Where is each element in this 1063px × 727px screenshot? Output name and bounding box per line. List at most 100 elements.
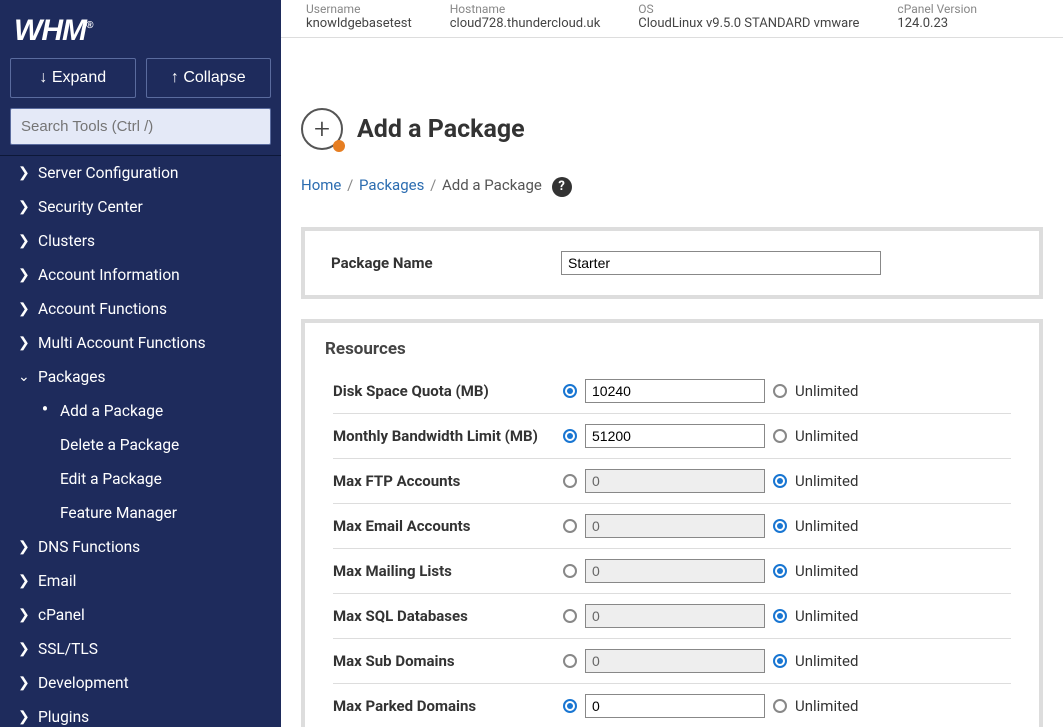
resource-value-radio[interactable] — [563, 474, 577, 488]
main: Username knowldgebasetest Hostname cloud… — [281, 0, 1063, 727]
sidebar-item-email[interactable]: ❯Email — [0, 564, 281, 598]
add-package-icon: + — [301, 108, 343, 150]
sidebar-item-account-information[interactable]: ❯Account Information — [0, 258, 281, 292]
expand-button[interactable]: ↓ Expand — [10, 58, 136, 98]
breadcrumb: Home / Packages / Add a Package ? — [301, 176, 1043, 197]
resource-unlimited-radio[interactable] — [773, 564, 787, 578]
crumb-packages[interactable]: Packages — [359, 176, 424, 194]
sidebar-item-feature-manager[interactable]: Feature Manager — [0, 496, 281, 530]
sidebar-item-label: Account Functions — [38, 300, 167, 318]
sidebar-item-development[interactable]: ❯Development — [0, 666, 281, 700]
resource-value-radio[interactable] — [563, 519, 577, 533]
sidebar-item-label: Clusters — [38, 232, 95, 250]
resource-label: Max Email Accounts — [333, 517, 563, 535]
package-name-input[interactable] — [561, 251, 881, 275]
resource-value-input[interactable] — [585, 424, 765, 448]
resource-unlimited-radio[interactable] — [773, 474, 787, 488]
resource-value-input[interactable] — [585, 469, 765, 493]
unlimited-label: Unlimited — [795, 697, 858, 715]
chevron-right-icon: ❯ — [18, 301, 28, 317]
chevron-right-icon: ❯ — [18, 199, 28, 215]
search-input[interactable] — [10, 108, 271, 145]
resource-row: Max Parked Domains Unlimited — [333, 684, 1011, 727]
sidebar-item-cpanel[interactable]: ❯cPanel — [0, 598, 281, 632]
help-icon[interactable]: ? — [552, 177, 572, 197]
sidebar-item-label: Feature Manager — [60, 504, 177, 522]
resource-unlimited-radio[interactable] — [773, 654, 787, 668]
chevron-right-icon: ❯ — [18, 641, 28, 657]
resource-label: Max Sub Domains — [333, 652, 563, 670]
os-value: CloudLinux v9.5.0 STANDARD vmware — [638, 16, 859, 31]
resource-value-input[interactable] — [585, 604, 765, 628]
resource-value-radio[interactable] — [563, 429, 577, 443]
resource-label: Max Mailing Lists — [333, 562, 563, 580]
package-name-label: Package Name — [331, 254, 561, 272]
sidebar-item-account-functions[interactable]: ❯ Account Functions — [0, 292, 281, 326]
sidebar-item-server-configuration[interactable]: ❯Server Configuration — [0, 156, 281, 190]
unlimited-label: Unlimited — [795, 517, 858, 535]
sidebar-item-label: Multi Account Functions — [38, 334, 206, 352]
resource-row: Max SQL DatabasesUnlimited — [333, 594, 1011, 639]
resource-value-radio[interactable] — [563, 609, 577, 623]
resource-label: Max Parked Domains — [333, 697, 563, 715]
sidebar-item-label: Plugins — [38, 708, 89, 726]
resource-unlimited-radio[interactable] — [773, 384, 787, 398]
sidebar: WHM® ↓ Expand ↑ Collapse ❯Server Configu… — [0, 0, 281, 727]
resource-unlimited-radio[interactable] — [773, 429, 787, 443]
sidebar-item-label: Add a Package — [60, 402, 163, 420]
resource-row: Monthly Bandwidth Limit (MB)Unlimited — [333, 414, 1011, 459]
plus-icon: + — [314, 115, 330, 143]
top-info-bar: Username knowldgebasetest Hostname cloud… — [281, 0, 1063, 38]
resource-value-input[interactable] — [585, 649, 765, 673]
chevron-right-icon: ❯ — [18, 233, 28, 249]
unlimited-label: Unlimited — [795, 382, 858, 400]
collapse-label: Collapse — [183, 69, 245, 86]
resource-value-radio[interactable] — [563, 384, 577, 398]
resource-value-input[interactable] — [585, 379, 765, 403]
unlimited-label: Unlimited — [795, 472, 858, 490]
logo: WHM® — [0, 0, 281, 58]
chevron-right-icon: ❯ — [18, 607, 28, 623]
username-value: knowldgebasetest — [306, 16, 412, 31]
resource-value-input[interactable] — [585, 694, 765, 718]
resource-unlimited-radio[interactable] — [773, 609, 787, 623]
unlimited-label: Unlimited — [795, 607, 858, 625]
sidebar-item-add-a-package[interactable]: • Add a Package — [0, 394, 281, 428]
sidebar-item-dns-functions[interactable]: ❯DNS Functions — [0, 530, 281, 564]
resource-value-radio[interactable] — [563, 699, 577, 713]
page-title: Add a Package — [357, 115, 525, 144]
sidebar-item-multi-account-functions[interactable]: ❯Multi Account Functions — [0, 326, 281, 360]
resources-title: Resources — [305, 323, 1039, 369]
resource-unlimited-radio[interactable] — [773, 519, 787, 533]
resource-value-input[interactable] — [585, 559, 765, 583]
package-name-panel: Package Name — [301, 227, 1043, 299]
resource-label: Max FTP Accounts — [333, 472, 563, 490]
resource-unlimited-radio[interactable] — [773, 699, 787, 713]
resource-row: Max Email Accounts Unlimited — [333, 504, 1011, 549]
chevron-right-icon: ❯ — [18, 675, 28, 691]
crumb-current: Add a Package — [442, 176, 542, 194]
arrow-up-icon: ↑ — [171, 69, 179, 86]
resource-row: Max Sub Domains Unlimited — [333, 639, 1011, 684]
sidebar-item-clusters[interactable]: ❯ Clusters — [0, 224, 281, 258]
sidebar-item-delete-a-package[interactable]: Delete a Package — [0, 428, 281, 462]
chevron-down-icon: ⌄ — [18, 369, 28, 385]
sidebar-item-plugins[interactable]: ❯Plugins — [0, 700, 281, 727]
bullet-icon: • — [40, 404, 50, 414]
sidebar-item-edit-a-package[interactable]: Edit a Package — [0, 462, 281, 496]
nav-list: ❯Server Configuration❯Security Center❯Cl… — [0, 155, 281, 727]
resource-value-radio[interactable] — [563, 564, 577, 578]
resource-value-input[interactable] — [585, 514, 765, 538]
sidebar-item-security-center[interactable]: ❯Security Center — [0, 190, 281, 224]
collapse-button[interactable]: ↑ Collapse — [146, 58, 272, 98]
resource-value-radio[interactable] — [563, 654, 577, 668]
resource-row: Max FTP Accounts Unlimited — [333, 459, 1011, 504]
crumb-home[interactable]: Home — [301, 176, 341, 194]
cpanel-version-value: 124.0.23 — [897, 16, 977, 31]
chevron-right-icon: ❯ — [18, 267, 28, 283]
sidebar-item-label: Server Configuration — [38, 164, 178, 182]
sidebar-item-ssl-tls[interactable]: ❯SSL/TLS — [0, 632, 281, 666]
hostname-label: Hostname — [450, 2, 601, 16]
unlimited-label: Unlimited — [795, 652, 858, 670]
sidebar-item-packages[interactable]: ⌄Packages — [0, 360, 281, 394]
